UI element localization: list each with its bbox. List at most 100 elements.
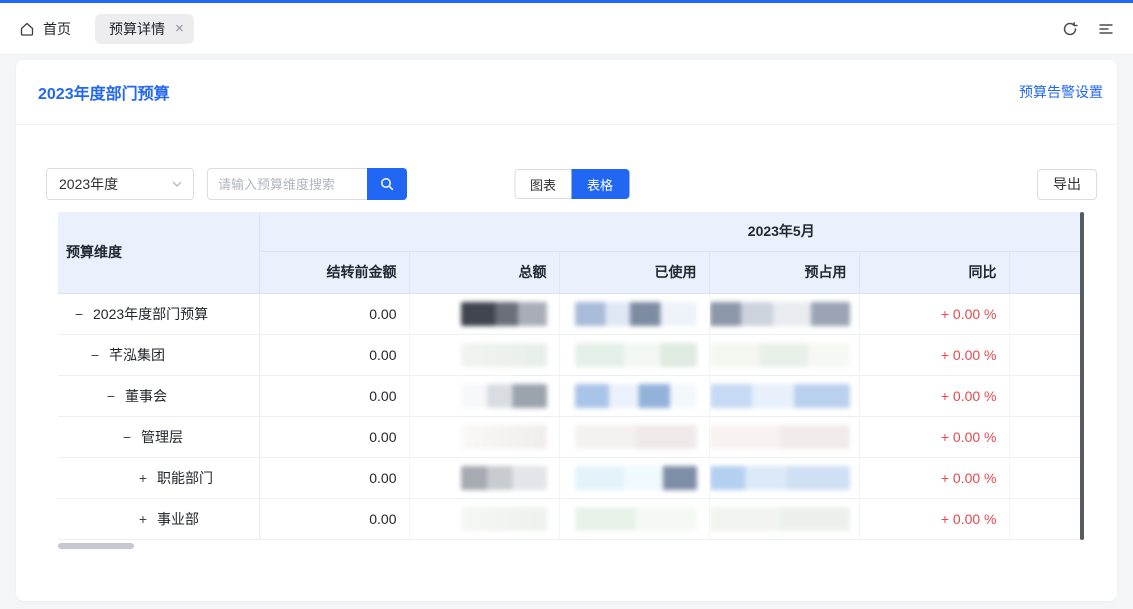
table-body: −2023年度部门预算0.00+ 0.00 %−芊泓集团0.00+ 0.00 %… [58, 293, 1083, 539]
budget-table: 预算维度 2023年5月 结转前金额 总额 已使用 预占用 同比 −2023年度… [58, 212, 1083, 540]
row-label: 芊泓集团 [109, 347, 165, 363]
cell-used-redacted [559, 457, 709, 498]
redacted-value [710, 466, 850, 490]
cell-carry-forward: 0.00 [259, 375, 409, 416]
cell-carry-forward: 0.00 [259, 498, 409, 539]
redacted-value [575, 384, 697, 408]
row-label: 职能部门 [157, 470, 213, 486]
redacted-value [461, 466, 547, 490]
tab-budget-detail-label: 预算详情 [109, 19, 165, 39]
cell-overflow [1009, 457, 1083, 498]
col-header-yoy: 同比 [859, 251, 1009, 293]
close-icon[interactable]: × [175, 21, 184, 36]
cell-preoccupied-redacted [709, 416, 859, 457]
redacted-value [575, 466, 697, 490]
tab-home-label: 首页 [43, 19, 71, 39]
redacted-value [575, 425, 697, 449]
expand-icon[interactable]: + [136, 470, 150, 486]
cell-dimension: −芊泓集团 [58, 334, 259, 375]
cell-carry-forward: 0.00 [259, 416, 409, 457]
tab-home[interactable]: 首页 [18, 19, 71, 39]
page-title: 2023年度部门预算 [38, 80, 170, 104]
table-row: −管理层0.00+ 0.00 % [58, 416, 1083, 457]
cell-dimension: −管理层 [58, 416, 259, 457]
redacted-value [710, 343, 850, 367]
year-select[interactable]: 2023年度 [46, 168, 194, 200]
cell-yoy: + 0.00 % [859, 457, 1009, 498]
search-icon [378, 175, 396, 193]
row-label: 管理层 [141, 429, 183, 445]
col-header-overflow [1009, 251, 1083, 293]
home-icon [18, 20, 36, 38]
cell-yoy: + 0.00 % [859, 375, 1009, 416]
cell-yoy: + 0.00 % [859, 293, 1009, 334]
cell-total-redacted [409, 334, 559, 375]
cell-dimension: + 事业部 [58, 498, 259, 539]
cell-total-redacted [409, 498, 559, 539]
col-header-total: 总额 [409, 251, 559, 293]
cell-used-redacted [559, 293, 709, 334]
divider [16, 124, 1117, 125]
redacted-value [461, 343, 547, 367]
cell-dimension: −董事会 [58, 375, 259, 416]
redacted-value [461, 384, 547, 408]
cell-yoy: + 0.00 % [859, 416, 1009, 457]
cell-carry-forward: 0.00 [259, 457, 409, 498]
search-button[interactable] [367, 168, 407, 200]
table-row: −芊泓集团0.00+ 0.00 % [58, 334, 1083, 375]
collapse-icon[interactable]: − [120, 429, 134, 445]
cell-total-redacted [409, 293, 559, 334]
redacted-value [710, 507, 850, 531]
cell-overflow [1009, 334, 1083, 375]
cell-used-redacted [559, 334, 709, 375]
cell-total-redacted [409, 416, 559, 457]
cell-yoy: + 0.00 % [859, 498, 1009, 539]
chevron-down-icon [171, 178, 183, 190]
col-header-used: 已使用 [559, 251, 709, 293]
tab-budget-detail[interactable]: 预算详情 × [95, 14, 194, 44]
collapse-icon[interactable]: − [88, 347, 102, 363]
col-header-period: 2023年5月 [259, 212, 1083, 251]
view-table-button[interactable]: 表格 [571, 169, 629, 199]
tab-bar: 首页 预算详情 × [0, 3, 1133, 55]
toolbar: 2023年度 图表 表格 导出 [46, 168, 1097, 200]
search-group [207, 168, 407, 200]
collapse-icon[interactable]: − [104, 388, 118, 404]
row-label: 董事会 [125, 388, 167, 404]
view-toggle: 图表 表格 [514, 169, 629, 199]
budget-alert-settings-link[interactable]: 预算告警设置 [1019, 82, 1103, 102]
cell-yoy: + 0.00 % [859, 334, 1009, 375]
tabbar-actions [1061, 20, 1115, 38]
search-input[interactable] [207, 168, 367, 200]
cell-overflow [1009, 375, 1083, 416]
refresh-icon[interactable] [1061, 20, 1079, 38]
cell-dimension: + 职能部门 [58, 457, 259, 498]
table-row: −董事会0.00+ 0.00 % [58, 375, 1083, 416]
view-chart-button[interactable]: 图表 [514, 169, 571, 199]
cell-dimension: −2023年度部门预算 [58, 293, 259, 334]
horizontal-scrollbar[interactable] [58, 543, 134, 549]
cell-preoccupied-redacted [709, 334, 859, 375]
redacted-value [575, 343, 697, 367]
expand-icon[interactable]: + [136, 511, 150, 527]
col-header-preoccupied: 预占用 [709, 251, 859, 293]
vertical-scrollbar[interactable] [1080, 212, 1084, 540]
collapse-icon[interactable]: − [72, 306, 86, 322]
budget-card: 2023年度部门预算 预算告警设置 2023年度 图表 [16, 60, 1117, 601]
cell-preoccupied-redacted [709, 293, 859, 334]
menu-icon[interactable] [1097, 20, 1115, 38]
cell-used-redacted [559, 416, 709, 457]
redacted-value [575, 507, 697, 531]
table-header: 预算维度 2023年5月 结转前金额 总额 已使用 预占用 同比 [58, 212, 1083, 293]
cell-preoccupied-redacted [709, 375, 859, 416]
export-button[interactable]: 导出 [1037, 169, 1097, 200]
table-scroll-area: 预算维度 2023年5月 结转前金额 总额 已使用 预占用 同比 −2023年度… [58, 212, 1083, 540]
row-label: 2023年度部门预算 [93, 306, 208, 322]
table-row: + 事业部 0.00 + 0.00 % [58, 498, 1083, 539]
cell-preoccupied-redacted [709, 498, 859, 539]
col-header-dimension: 预算维度 [58, 212, 259, 293]
row-label: 事业部 [157, 511, 199, 527]
col-header-carry-forward: 结转前金额 [259, 251, 409, 293]
cell-used-redacted [559, 375, 709, 416]
redacted-value [575, 302, 697, 326]
